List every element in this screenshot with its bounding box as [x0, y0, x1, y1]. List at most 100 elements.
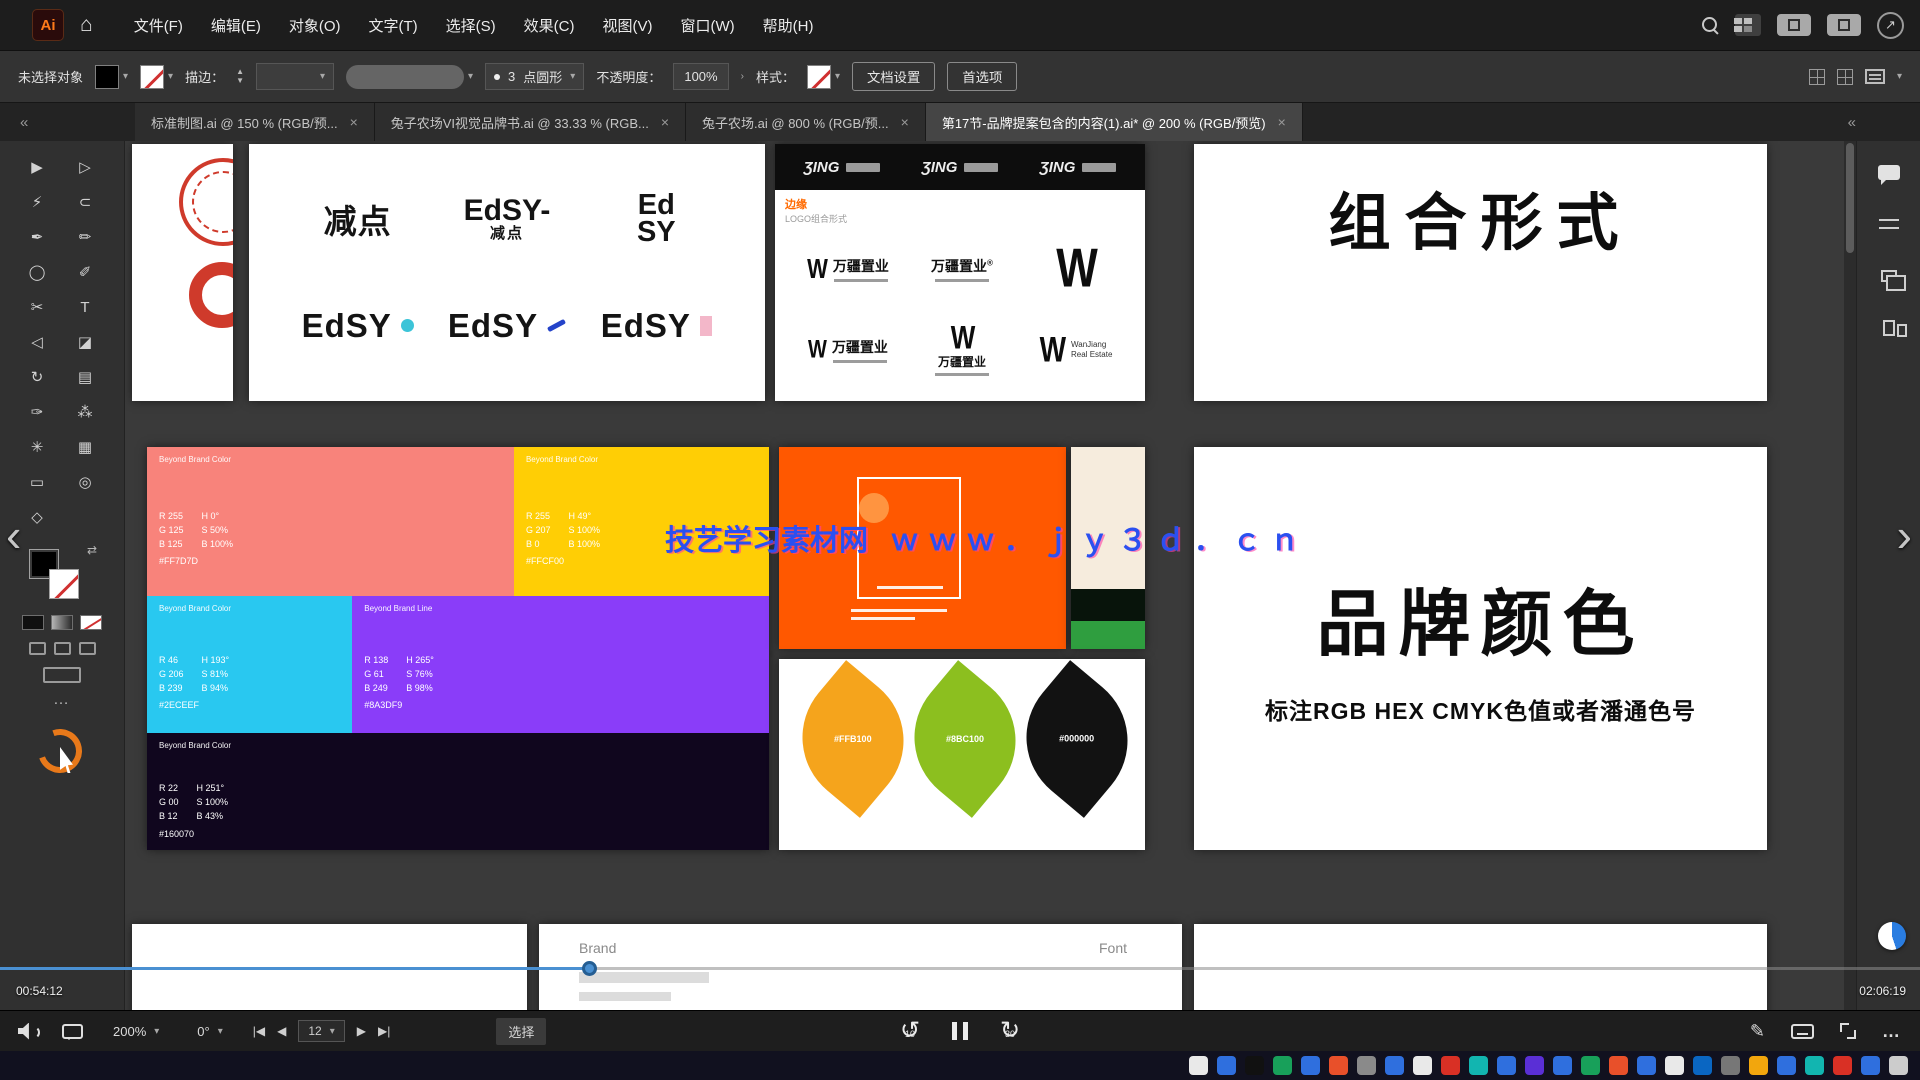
paintbrush-tool[interactable]: ✐: [69, 258, 101, 286]
screen-mode-fullscreen[interactable]: [79, 642, 96, 655]
comments-panel-button[interactable]: [1871, 157, 1907, 187]
taskbar-app[interactable]: [1497, 1056, 1516, 1075]
gradient-tool[interactable]: ▤: [69, 363, 101, 391]
scissors-tool[interactable]: ✂: [21, 293, 53, 321]
taskbar-app[interactable]: [1889, 1056, 1908, 1075]
style-swatch[interactable]: [807, 65, 831, 89]
floating-widget[interactable]: [1878, 922, 1906, 950]
taskbar-app[interactable]: [1217, 1056, 1236, 1075]
taskbar-app[interactable]: [1609, 1056, 1628, 1075]
previous-video-chevron[interactable]: ‹: [6, 512, 21, 558]
edit-toolbar-icon[interactable]: …: [53, 691, 71, 709]
keyboard-icon[interactable]: [1791, 1024, 1814, 1039]
distribute-grid-icon[interactable]: [1837, 69, 1853, 85]
stepper-up-icon[interactable]: ▲: [236, 68, 244, 76]
reflect-tool[interactable]: ◁: [21, 328, 53, 356]
taskbar-app[interactable]: [1833, 1056, 1852, 1075]
stroke-color-picker[interactable]: ▾: [140, 65, 173, 89]
layers-panel-button[interactable]: [1871, 261, 1907, 291]
zoom-level-dropdown[interactable]: 200% ▾: [105, 1021, 167, 1042]
close-icon[interactable]: ×: [350, 114, 358, 130]
scrollbar-thumb[interactable]: [1846, 143, 1854, 253]
menu-item[interactable]: 效果(C): [513, 9, 586, 42]
stroke-weight-dropdown[interactable]: ▾: [256, 63, 334, 90]
stroke-swatch[interactable]: [140, 65, 164, 89]
taskbar-app[interactable]: [1721, 1056, 1740, 1075]
video-timeline[interactable]: [0, 961, 1920, 975]
taskbar-app[interactable]: [1329, 1056, 1348, 1075]
opacity-input[interactable]: 100%: [673, 63, 728, 90]
taskbar-app[interactable]: [1245, 1056, 1264, 1075]
align-grid-icon[interactable]: [1809, 69, 1825, 85]
next-artboard-button[interactable]: ▶: [357, 1024, 366, 1038]
more-options-icon[interactable]: …: [1882, 1021, 1902, 1042]
preferences-button[interactable]: 首选项: [947, 62, 1017, 91]
taskbar-app[interactable]: [1189, 1056, 1208, 1075]
taskbar-app[interactable]: [1357, 1056, 1376, 1075]
taskbar-app[interactable]: [1301, 1056, 1320, 1075]
home-icon[interactable]: ⌂: [80, 13, 93, 37]
last-artboard-button[interactable]: ▶|: [378, 1024, 390, 1038]
artboard-wanjiang-logos[interactable]: ƷING ƷING ƷING 边缘 LOGO组合形式: [775, 144, 1145, 401]
lasso-tool[interactable]: ⊂: [69, 188, 101, 216]
artboard-combination-forms[interactable]: 组合形式: [1194, 144, 1767, 401]
dock-collapse[interactable]: «: [1848, 103, 1920, 141]
taskbar-app[interactable]: [1693, 1056, 1712, 1075]
taskbar-app[interactable]: [1525, 1056, 1544, 1075]
menu-item[interactable]: 对象(O): [278, 9, 352, 42]
document-tab-1[interactable]: 标准制图.ai @ 150 % (RGB/预... ×: [135, 103, 375, 141]
none-mode-button[interactable]: [80, 615, 102, 630]
swap-fill-stroke-icon[interactable]: ⇄: [87, 543, 97, 557]
width-profile-dropdown[interactable]: 3 点圆形 ▾: [485, 63, 584, 90]
artboard-brand-colors[interactable]: 品牌颜色 标注RGB HEX CMYK色值或者潘通色号: [1194, 447, 1767, 850]
taskbar-app[interactable]: [1749, 1056, 1768, 1075]
color-mode-button[interactable]: [22, 615, 44, 630]
close-icon[interactable]: ×: [901, 114, 909, 130]
taskbar-app[interactable]: [1441, 1056, 1460, 1075]
menu-item[interactable]: 文件(F): [123, 9, 194, 42]
artboard-edsy-logos[interactable]: 减点 EdSY- 减点 Ed SY EdSY EdSY: [249, 144, 765, 401]
curvature-tool[interactable]: ✏: [69, 223, 101, 251]
screen-mode-normal[interactable]: [29, 642, 46, 655]
rotate-tool[interactable]: ↻: [21, 363, 53, 391]
menu-item[interactable]: 视图(V): [592, 9, 664, 42]
document-tab-3[interactable]: 兔子农场.ai @ 800 % (RGB/预... ×: [686, 103, 926, 141]
magic-wand-tool[interactable]: ⚡: [21, 188, 53, 216]
opacity-panel-arrow[interactable]: ›: [741, 71, 744, 82]
volume-icon[interactable]: [18, 1023, 40, 1040]
previous-artboard-button[interactable]: ◀: [277, 1024, 286, 1038]
close-icon[interactable]: ×: [661, 114, 669, 130]
toolbar-collapse[interactable]: «: [0, 103, 135, 141]
stepper-down-icon[interactable]: ▼: [236, 77, 244, 85]
menu-item[interactable]: 编辑(E): [200, 9, 272, 42]
taskbar-app[interactable]: [1637, 1056, 1656, 1075]
taskbar-app[interactable]: [1413, 1056, 1432, 1075]
window-arrange-button[interactable]: [1777, 14, 1811, 36]
artboard-color-palette[interactable]: Beyond Brand Color R 255 G 125 B 125H 0°…: [147, 447, 769, 850]
eraser-tool[interactable]: ◪: [69, 328, 101, 356]
artboard-number-dropdown[interactable]: 12 ▾: [298, 1020, 344, 1042]
annotate-icon[interactable]: ✎: [1750, 1021, 1765, 1042]
taskbar-app[interactable]: [1273, 1056, 1292, 1075]
taskbar-app[interactable]: [1469, 1056, 1488, 1075]
exit-fullscreen-icon[interactable]: [1840, 1023, 1856, 1039]
artboard-leaf-swatches[interactable]: #FFB100 #8BC100 #000000: [779, 659, 1145, 850]
taskbar-app[interactable]: [1553, 1056, 1572, 1075]
rewind-10-button[interactable]: ↺ 10: [894, 1015, 926, 1047]
style-dropdown[interactable]: ▾: [807, 65, 840, 89]
direct-selection-tool[interactable]: ▷: [69, 153, 101, 181]
search-icon[interactable]: [1701, 16, 1719, 34]
workspace-switcher-icon[interactable]: [1735, 14, 1761, 36]
taskbar-app[interactable]: [1665, 1056, 1684, 1075]
ellipse-tool[interactable]: ◯: [21, 258, 53, 286]
pen-tool[interactable]: ✒: [21, 223, 53, 251]
rotation-dropdown[interactable]: 0° ▾: [189, 1021, 230, 1042]
next-video-chevron[interactable]: ›: [1897, 512, 1912, 558]
taskbar-app[interactable]: [1385, 1056, 1404, 1075]
change-screen-mode-button[interactable]: [43, 667, 81, 683]
menu-item[interactable]: 文字(T): [358, 9, 429, 42]
taskbar-app[interactable]: [1805, 1056, 1824, 1075]
document-setup-button[interactable]: 文档设置: [852, 62, 935, 91]
artboards-panel-button[interactable]: [1871, 313, 1907, 343]
timeline-scrubber-handle[interactable]: [582, 961, 597, 976]
